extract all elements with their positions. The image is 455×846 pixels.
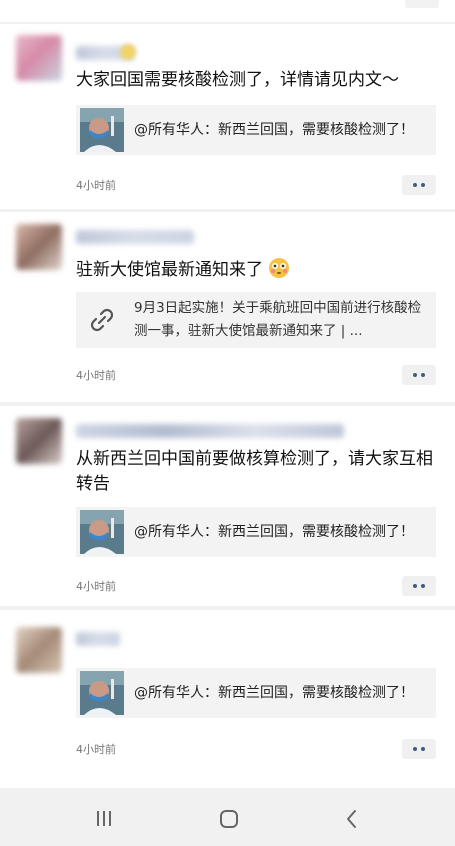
home-icon[interactable] [218,808,240,830]
more-dots-icon[interactable] [402,576,436,596]
article-thumbnail [80,108,124,152]
article-title: @所有华人：新西兰回国，需要核酸检测了！ [134,685,414,701]
previous-post-edge [0,0,455,22]
link-title: 9月3日起实施！关于乘航班回中国前进行核酸检测一事，驻新大使馆最新通知来了 | … [134,300,422,339]
feed-post: 从新西兰回中国前要做核算检测了，请大家互相转告 @所有华人：新西兰回国，需要核酸… [0,406,455,606]
back-icon[interactable] [342,808,362,830]
more-dots-icon[interactable] [402,739,436,759]
avatar[interactable] [16,35,62,81]
shared-article-card[interactable]: @所有华人：新西兰回国，需要核酸检测了！ [76,668,436,718]
more-button-partial[interactable] [405,0,439,8]
feed-post: @所有华人：新西兰回国，需要核酸检测了！ 4小时前 [0,610,455,788]
post-time: 4小时前 [76,743,116,756]
user-name[interactable] [76,632,120,646]
moments-feed: 大家回国需要核酸检测了，详情请见内文～ @所有华人：新西兰回国，需要核酸检测了！… [0,0,455,846]
shared-article-card[interactable]: @所有华人：新西兰回国，需要核酸检测了！ [76,105,436,155]
post-time: 4小时前 [76,369,116,382]
avatar[interactable] [16,627,62,673]
post-text-content: 驻新大使馆最新通知来了 [76,260,263,280]
feed-post: 大家回国需要核酸检测了，详情请见内文～ @所有华人：新西兰回国，需要核酸检测了！… [0,24,455,209]
post-text: 从新西兰回中国前要做核算检测了，请大家互相转告 [76,449,433,494]
article-title: @所有华人：新西兰回国，需要核酸检测了！ [134,524,414,540]
avatar[interactable] [16,224,62,270]
article-title: @所有华人：新西兰回国，需要核酸检测了！ [134,122,414,138]
post-text: 驻新大使馆最新通知来了 [76,257,436,283]
more-dots-icon[interactable] [402,365,436,385]
more-dots-icon[interactable] [402,175,436,195]
shared-link-card[interactable]: 9月3日起实施！关于乘航班回中国前进行核酸检测一事，驻新大使馆最新通知来了 | … [76,292,436,348]
post-time: 4小时前 [76,179,116,192]
article-thumbnail [80,671,124,715]
user-name[interactable] [76,230,194,244]
shared-article-card[interactable]: @所有华人：新西兰回国，需要核酸检测了！ [76,507,436,557]
post-time: 4小时前 [76,580,116,593]
user-name[interactable] [76,424,344,438]
post-text: 大家回国需要核酸检测了，详情请见内文～ [76,70,399,90]
flushed-face-emoji [269,258,290,278]
recent-apps-icon[interactable] [94,808,114,830]
name-emoji [120,44,136,60]
article-thumbnail [80,510,124,554]
feed-post: 驻新大使馆最新通知来了 9月3日起实施！关于乘航班回中国前进行核酸检测一事，驻新… [0,212,455,402]
system-nav-bar [0,792,455,846]
link-icon [90,308,114,332]
avatar[interactable] [16,418,62,464]
